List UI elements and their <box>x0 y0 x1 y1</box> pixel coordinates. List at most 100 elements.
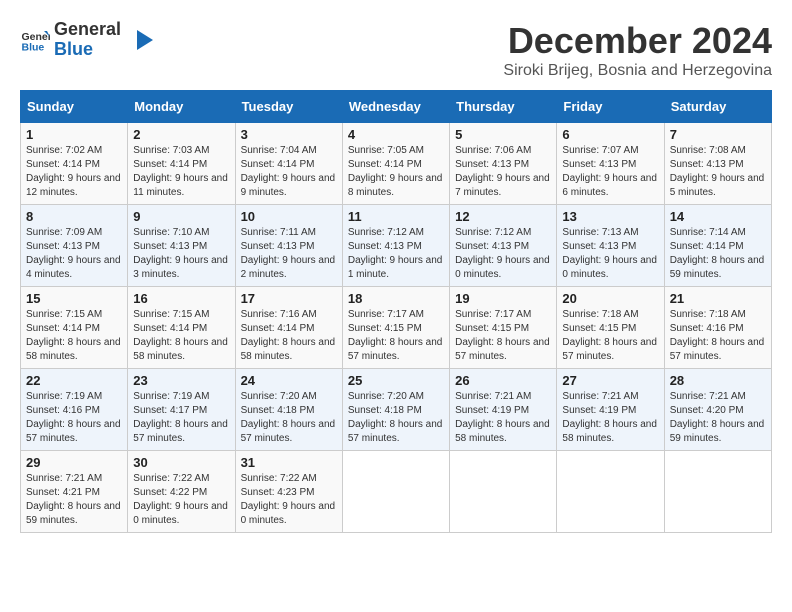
day-number: 15 <box>26 291 122 306</box>
day-info: Sunrise: 7:21 AMSunset: 4:19 PMDaylight:… <box>562 390 658 446</box>
day-info: Sunrise: 7:19 AMSunset: 4:16 PMDaylight:… <box>26 390 122 446</box>
day-info: Sunrise: 7:17 AMSunset: 4:15 PMDaylight:… <box>455 308 551 364</box>
day-number: 23 <box>133 373 229 388</box>
day-info: Sunrise: 7:08 AMSunset: 4:13 PMDaylight:… <box>670 144 766 200</box>
day-number: 31 <box>241 455 337 470</box>
calendar-cell: 7 Sunrise: 7:08 AMSunset: 4:13 PMDaylight… <box>664 123 771 205</box>
day-number: 8 <box>26 209 122 224</box>
day-number: 16 <box>133 291 229 306</box>
header: General Blue General Blue December 2024 … <box>20 20 772 80</box>
day-number: 7 <box>670 127 766 142</box>
day-info: Sunrise: 7:13 AMSunset: 4:13 PMDaylight:… <box>562 226 658 282</box>
day-number: 30 <box>133 455 229 470</box>
day-number: 12 <box>455 209 551 224</box>
calendar-cell: 29Sunrise: 7:21 AMSunset: 4:21 PMDayligh… <box>21 451 128 533</box>
weekday-header-monday: Monday <box>128 91 235 123</box>
calendar-cell: 17 Sunrise: 7:16 AMSunset: 4:14 PMDayligh… <box>235 287 342 369</box>
day-info: Sunrise: 7:16 AMSunset: 4:14 PMDaylight:… <box>241 308 337 364</box>
day-info: Sunrise: 7:06 AMSunset: 4:13 PMDaylight:… <box>455 144 551 200</box>
calendar-cell: 27 Sunrise: 7:21 AMSunset: 4:19 PMDayligh… <box>557 369 664 451</box>
day-number: 5 <box>455 127 551 142</box>
calendar-cell: 19 Sunrise: 7:17 AMSunset: 4:15 PMDayligh… <box>450 287 557 369</box>
weekday-header-saturday: Saturday <box>664 91 771 123</box>
weekday-header-row: SundayMondayTuesdayWednesdayThursdayFrid… <box>21 91 772 123</box>
day-info: Sunrise: 7:22 AMSunset: 4:22 PMDaylight:… <box>133 472 229 528</box>
calendar-cell: 16 Sunrise: 7:15 AMSunset: 4:14 PMDayligh… <box>128 287 235 369</box>
day-number: 3 <box>241 127 337 142</box>
day-info: Sunrise: 7:19 AMSunset: 4:17 PMDaylight:… <box>133 390 229 446</box>
weekday-header-friday: Friday <box>557 91 664 123</box>
calendar-cell: 4 Sunrise: 7:05 AMSunset: 4:14 PMDaylight… <box>342 123 449 205</box>
calendar-cell: 11 Sunrise: 7:12 AMSunset: 4:13 PMDayligh… <box>342 205 449 287</box>
day-number: 14 <box>670 209 766 224</box>
calendar-cell <box>450 451 557 533</box>
calendar-cell: 20 Sunrise: 7:18 AMSunset: 4:15 PMDayligh… <box>557 287 664 369</box>
day-info: Sunrise: 7:05 AMSunset: 4:14 PMDaylight:… <box>348 144 444 200</box>
calendar-cell <box>664 451 771 533</box>
logo-arrow-icon <box>125 26 153 54</box>
calendar-cell: 6Sunrise: 7:07 AMSunset: 4:13 PMDaylight… <box>557 123 664 205</box>
day-number: 10 <box>241 209 337 224</box>
day-info: Sunrise: 7:12 AMSunset: 4:13 PMDaylight:… <box>348 226 444 282</box>
week-row-5: 29Sunrise: 7:21 AMSunset: 4:21 PMDayligh… <box>21 451 772 533</box>
location-title: Siroki Brijeg, Bosnia and Herzegovina <box>503 62 772 80</box>
day-number: 13 <box>562 209 658 224</box>
day-number: 19 <box>455 291 551 306</box>
day-number: 21 <box>670 291 766 306</box>
calendar-cell <box>557 451 664 533</box>
calendar-cell: 1 Sunrise: 7:02 AMSunset: 4:14 PMDaylight… <box>21 123 128 205</box>
day-number: 4 <box>348 127 444 142</box>
calendar-cell: 28Sunrise: 7:21 AMSunset: 4:20 PMDayligh… <box>664 369 771 451</box>
week-row-1: 1 Sunrise: 7:02 AMSunset: 4:14 PMDaylight… <box>21 123 772 205</box>
calendar-cell: 21 Sunrise: 7:18 AMSunset: 4:16 PMDayligh… <box>664 287 771 369</box>
week-row-3: 15 Sunrise: 7:15 AMSunset: 4:14 PMDayligh… <box>21 287 772 369</box>
calendar-cell: 31 Sunrise: 7:22 AMSunset: 4:23 PMDayligh… <box>235 451 342 533</box>
day-number: 24 <box>241 373 337 388</box>
day-number: 22 <box>26 373 122 388</box>
calendar-cell: 26Sunrise: 7:21 AMSunset: 4:19 PMDayligh… <box>450 369 557 451</box>
day-info: Sunrise: 7:22 AMSunset: 4:23 PMDaylight:… <box>241 472 337 528</box>
day-number: 28 <box>670 373 766 388</box>
calendar-cell: 12 Sunrise: 7:12 AMSunset: 4:13 PMDayligh… <box>450 205 557 287</box>
day-number: 18 <box>348 291 444 306</box>
day-info: Sunrise: 7:12 AMSunset: 4:13 PMDaylight:… <box>455 226 551 282</box>
day-info: Sunrise: 7:18 AMSunset: 4:16 PMDaylight:… <box>670 308 766 364</box>
day-info: Sunrise: 7:15 AMSunset: 4:14 PMDaylight:… <box>26 308 122 364</box>
day-number: 11 <box>348 209 444 224</box>
day-number: 27 <box>562 373 658 388</box>
day-number: 9 <box>133 209 229 224</box>
calendar-cell: 24Sunrise: 7:20 AMSunset: 4:18 PMDayligh… <box>235 369 342 451</box>
day-info: Sunrise: 7:15 AMSunset: 4:14 PMDaylight:… <box>133 308 229 364</box>
day-info: Sunrise: 7:10 AMSunset: 4:13 PMDaylight:… <box>133 226 229 282</box>
day-number: 2 <box>133 127 229 142</box>
svg-text:Blue: Blue <box>22 41 45 53</box>
day-number: 17 <box>241 291 337 306</box>
day-info: Sunrise: 7:18 AMSunset: 4:15 PMDaylight:… <box>562 308 658 364</box>
calendar-cell: 30 Sunrise: 7:22 AMSunset: 4:22 PMDayligh… <box>128 451 235 533</box>
logo-general: General <box>54 20 121 40</box>
day-number: 26 <box>455 373 551 388</box>
calendar-cell: 5 Sunrise: 7:06 AMSunset: 4:13 PMDaylight… <box>450 123 557 205</box>
weekday-header-thursday: Thursday <box>450 91 557 123</box>
day-number: 20 <box>562 291 658 306</box>
calendar-cell: 13 Sunrise: 7:13 AMSunset: 4:13 PMDayligh… <box>557 205 664 287</box>
day-number: 1 <box>26 127 122 142</box>
weekday-header-sunday: Sunday <box>21 91 128 123</box>
logo-icon: General Blue <box>20 25 50 55</box>
day-info: Sunrise: 7:04 AMSunset: 4:14 PMDaylight:… <box>241 144 337 200</box>
calendar-cell: 2 Sunrise: 7:03 AMSunset: 4:14 PMDaylight… <box>128 123 235 205</box>
day-number: 29 <box>26 455 122 470</box>
calendar-cell <box>342 451 449 533</box>
day-info: Sunrise: 7:17 AMSunset: 4:15 PMDaylight:… <box>348 308 444 364</box>
day-info: Sunrise: 7:09 AMSunset: 4:13 PMDaylight:… <box>26 226 122 282</box>
calendar-table: SundayMondayTuesdayWednesdayThursdayFrid… <box>20 90 772 533</box>
day-info: Sunrise: 7:02 AMSunset: 4:14 PMDaylight:… <box>26 144 122 200</box>
week-row-4: 22 Sunrise: 7:19 AMSunset: 4:16 PMDayligh… <box>21 369 772 451</box>
week-row-2: 8 Sunrise: 7:09 AMSunset: 4:13 PMDaylight… <box>21 205 772 287</box>
calendar-cell: 10Sunrise: 7:11 AMSunset: 4:13 PMDayligh… <box>235 205 342 287</box>
calendar-cell: 18 Sunrise: 7:17 AMSunset: 4:15 PMDayligh… <box>342 287 449 369</box>
day-info: Sunrise: 7:03 AMSunset: 4:14 PMDaylight:… <box>133 144 229 200</box>
title-area: December 2024 Siroki Brijeg, Bosnia and … <box>503 20 772 80</box>
weekday-header-wednesday: Wednesday <box>342 91 449 123</box>
calendar-cell: 14Sunrise: 7:14 AMSunset: 4:14 PMDayligh… <box>664 205 771 287</box>
